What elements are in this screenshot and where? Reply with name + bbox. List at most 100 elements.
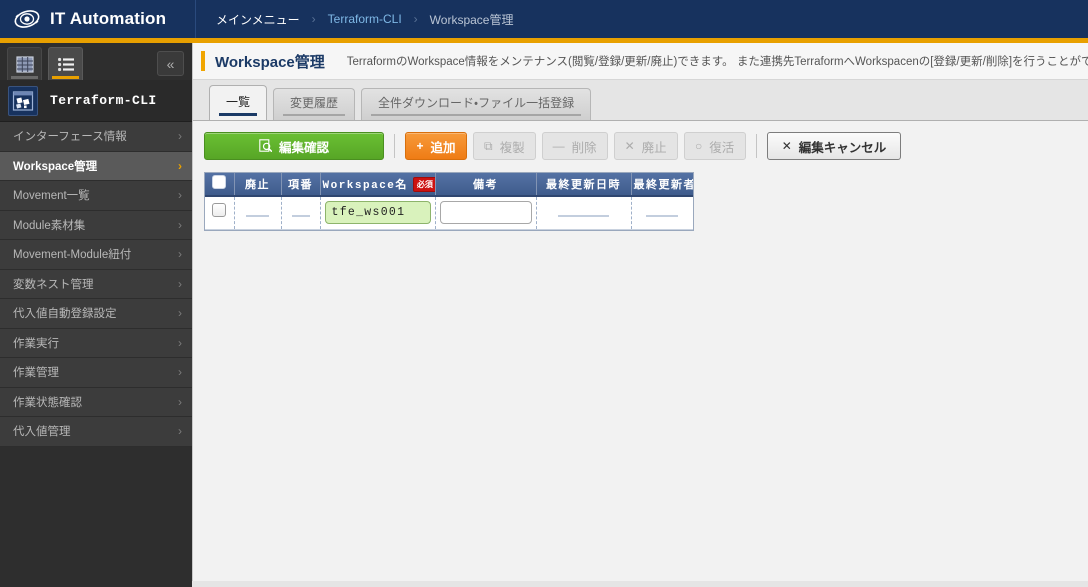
sidebar-item-job-status[interactable]: 作業状態確認 ›: [0, 388, 192, 417]
chevron-right-icon: ›: [178, 217, 182, 232]
breadcrumb: メインメニュー › Terraform-CLI › Workspace管理: [196, 0, 1088, 38]
row-select-cell[interactable]: [205, 196, 235, 230]
app-header: IT Automation メインメニュー › Terraform-CLI › …: [0, 0, 1088, 38]
sidebar-item-workspace-kanri[interactable]: Workspace管理 ›: [0, 151, 192, 181]
toolbar-divider: [755, 134, 757, 158]
tab-change-history[interactable]: 変更履歴: [273, 88, 356, 120]
sidebar-menu: インターフェース情報 › Workspace管理 › Movement一覧 › …: [0, 122, 192, 447]
empty-dash: [246, 214, 269, 217]
minus-icon: —: [552, 139, 565, 153]
table-header-updated-at[interactable]: 最終更新日時: [536, 173, 632, 197]
edit-confirm-label: 編集確認: [278, 140, 329, 155]
main-content: Workspace管理 TerraformのWorkspace情報をメンテナンス…: [192, 43, 1088, 581]
tab-label: 全件ダウンロード・ファイル一括登録: [378, 96, 575, 110]
breadcrumb-item-workspace-kanri: Workspace管理: [429, 12, 514, 27]
sidebar-item-interface-info[interactable]: インターフェース情報 ›: [0, 122, 192, 152]
table-header-updated-by[interactable]: 最終更新者: [631, 173, 693, 197]
sidebar-section-label: Terraform-CLI: [50, 93, 157, 108]
table-header-workspace-name[interactable]: Workspace名 必須: [320, 173, 436, 197]
sidebar-item-movement-list[interactable]: Movement一覧 ›: [0, 181, 192, 211]
toolbar-divider: [394, 134, 395, 158]
row-updated-at-cell: [536, 196, 632, 230]
breadcrumb-separator-icon: ›: [413, 12, 418, 26]
brand-area[interactable]: IT Automation: [0, 0, 196, 38]
eye-logo-icon: [12, 4, 42, 34]
sidebar-tab-list-view[interactable]: [48, 47, 83, 80]
edit-cancel-button[interactable]: ✕ 編集キャンセル: [766, 132, 902, 160]
restore-label: 復活: [709, 140, 735, 155]
table-header-select-all[interactable]: [205, 173, 235, 197]
sidebar-item-label: 作業管理: [13, 367, 59, 380]
workspace-table: 廃止 項番 Workspace名 必須 備考 最終更新日時 最終更新者 tfe_…: [204, 172, 694, 231]
content-tabs: 一覧 変更履歴 全件ダウンロード・ファイル一括登録: [193, 80, 1088, 120]
sidebar-item-label: 代入値管理: [13, 426, 71, 439]
row-updated-by-cell: [631, 196, 693, 230]
sidebar-item-variable-nest[interactable]: 変数ネスト管理 ›: [0, 270, 192, 299]
sidebar-view-tabs: «: [0, 43, 192, 80]
page-description: TerraformのWorkspace情報をメンテナンス(閲覧/登録/更新/廃止…: [346, 56, 1088, 68]
chevron-right-icon: ›: [178, 129, 182, 144]
table-header-discard[interactable]: 廃止: [234, 173, 282, 197]
cross-icon: ✕: [624, 139, 635, 153]
sidebar-item-movement-module-link[interactable]: Movement-Module紐付 ›: [0, 240, 192, 270]
tab-underline: [371, 114, 582, 116]
sidebar-tab-grid-view[interactable]: [7, 47, 42, 80]
tab-underline: [283, 114, 346, 116]
magnifier-doc-icon: [259, 138, 273, 154]
sidebar-item-auto-register-setting[interactable]: 代入値自動登録設定 ›: [0, 299, 192, 329]
cross-icon: ✕: [781, 139, 792, 153]
tab-ichiran[interactable]: 一覧: [209, 85, 268, 120]
sidebar-item-module-library[interactable]: Module素材集 ›: [0, 211, 192, 240]
sidebar-item-label: Workspace管理: [13, 160, 98, 173]
sidebar-item-job-execute[interactable]: 作業実行 ›: [0, 329, 192, 358]
add-button[interactable]: + 追加: [405, 132, 467, 160]
breadcrumb-item-main-menu[interactable]: メインメニュー: [214, 11, 302, 28]
sidebar-item-value-manage[interactable]: 代入値管理 ›: [0, 417, 192, 447]
workspace-name-input[interactable]: tfe_ws001: [324, 201, 431, 225]
sidebar: « Terraform-CLI インターフェース情報 › Workspace管理…: [0, 43, 192, 587]
page-title-accent: [201, 51, 205, 71]
edit-cancel-label: 編集キャンセル: [798, 140, 887, 155]
table-header-no[interactable]: 項番: [281, 173, 321, 197]
sidebar-collapse-button[interactable]: «: [157, 51, 184, 76]
empty-dash: [646, 214, 679, 217]
chevron-right-icon: ›: [178, 365, 182, 380]
tab-bulk-download-upload[interactable]: 全件ダウンロード・ファイル一括登録: [361, 88, 592, 120]
breadcrumb-item-terraform-cli[interactable]: Terraform-CLI: [326, 12, 404, 26]
duplicate-label: 複製: [499, 140, 525, 155]
table-header-note[interactable]: 備考: [435, 173, 537, 197]
sidebar-item-job-manage[interactable]: 作業管理 ›: [0, 358, 192, 388]
sidebar-item-label: インターフェース情報: [13, 131, 127, 144]
row-note-cell[interactable]: [435, 196, 537, 230]
row-discard-cell: [234, 196, 282, 230]
row-checkbox[interactable]: [212, 203, 227, 218]
sidebar-item-label: 作業実行: [13, 337, 59, 350]
chevron-right-icon: ›: [178, 276, 182, 291]
restore-button[interactable]: ○ 復活: [683, 132, 746, 160]
table-row[interactable]: tfe_ws001: [205, 196, 693, 230]
empty-dash: [291, 214, 310, 217]
discard-button[interactable]: ✕ 廃止: [613, 132, 678, 160]
table-header-row: 廃止 項番 Workspace名 必須 備考 最終更新日時 最終更新者: [205, 173, 693, 197]
sidebar-section-header[interactable]: Terraform-CLI: [0, 80, 192, 122]
select-all-checkbox[interactable]: [212, 175, 227, 189]
list-view-icon: [57, 57, 74, 71]
discard-label: 廃止: [641, 140, 667, 155]
row-no-cell: [281, 196, 321, 230]
chevron-right-icon: ›: [178, 247, 182, 262]
chevron-right-icon: ›: [178, 335, 182, 350]
edit-confirm-button[interactable]: 編集確認: [204, 132, 384, 160]
chevron-right-icon: ›: [178, 306, 182, 321]
page-header: Workspace管理 TerraformのWorkspace情報をメンテナンス…: [193, 43, 1088, 80]
delete-label: 削除: [571, 140, 597, 155]
duplicate-button[interactable]: ⧉ 複製: [473, 132, 536, 160]
breadcrumb-separator-icon: ›: [311, 12, 316, 26]
toolbar: 編集確認 + 追加 ⧉ 複製 — 削除 ✕ 廃止 ○ 復活 ✕ 編集キャンセル: [193, 130, 1088, 162]
note-input[interactable]: [439, 201, 532, 225]
delete-button[interactable]: — 削除: [541, 132, 608, 160]
copy-icon: ⧉: [484, 139, 493, 153]
row-workspace-cell[interactable]: tfe_ws001: [320, 196, 436, 230]
empty-dash: [557, 214, 610, 217]
sidebar-item-label: 変数ネスト管理: [13, 278, 94, 291]
tab-label: 一覧: [226, 94, 251, 109]
